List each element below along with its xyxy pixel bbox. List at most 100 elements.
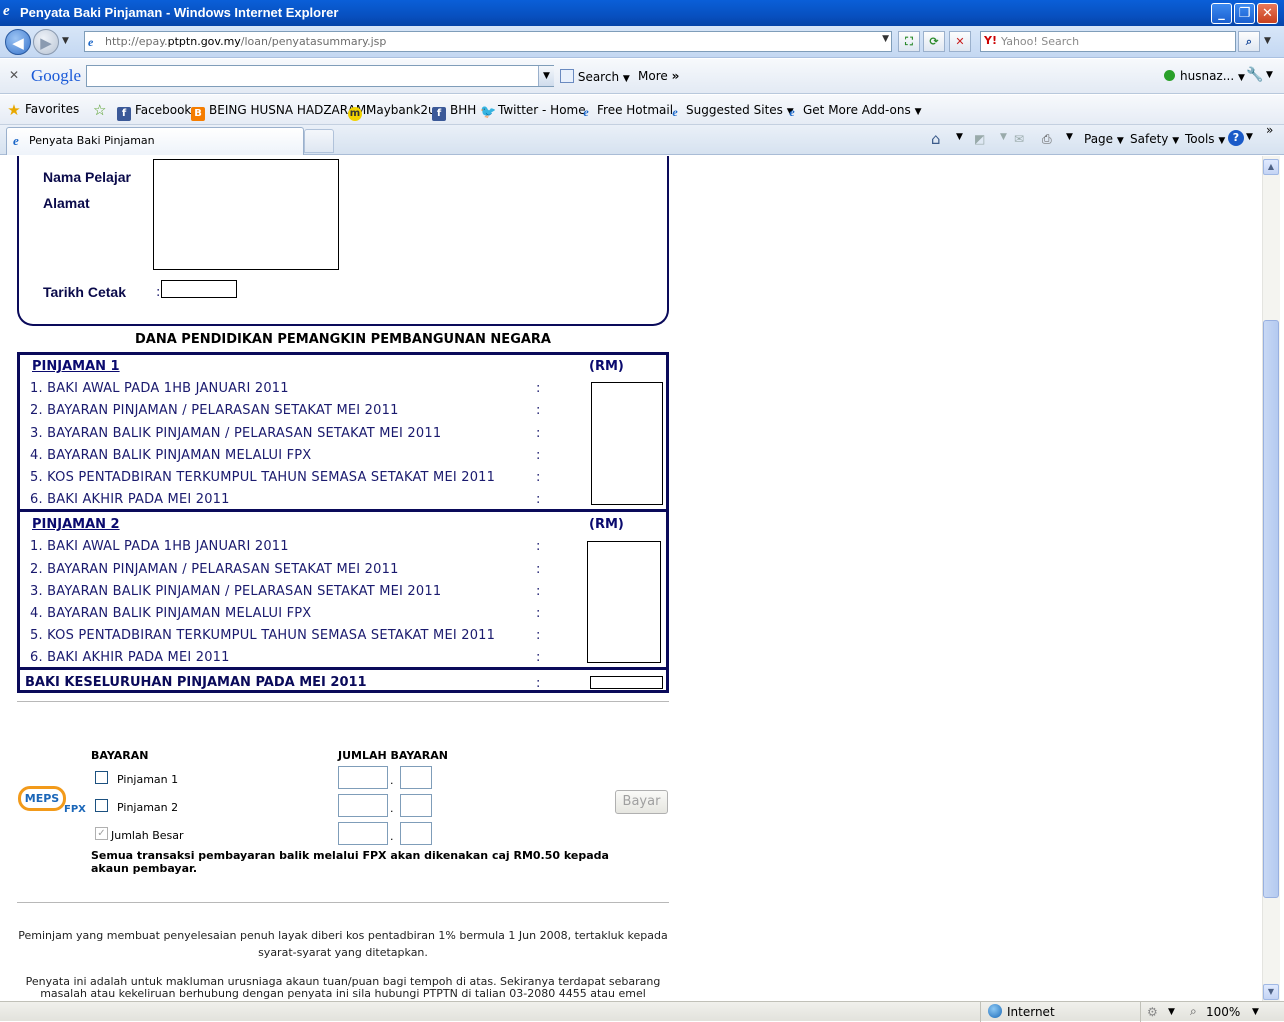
status-separator <box>980 1002 981 1022</box>
scroll-up-icon[interactable]: ▲ <box>1263 159 1279 175</box>
fav-hotmail[interactable]: e Free Hotmail <box>579 103 673 119</box>
zoom-level[interactable]: 100% <box>1206 1005 1240 1019</box>
pinjaman-2-values-box <box>587 541 661 663</box>
forward-button[interactable]: ▶ <box>33 29 59 55</box>
google-logo: Google <box>31 66 82 85</box>
url-host: ptptn.gov.my <box>167 35 241 48</box>
url-dropdown-icon[interactable]: ▼ <box>882 34 889 44</box>
fav-twitter[interactable]: 🐦 Twitter - Home <box>480 103 586 120</box>
compatibility-icon[interactable]: ⛶ <box>898 31 920 52</box>
pinjaman-1-amount-sen[interactable] <box>400 766 432 789</box>
toolbar-options-icon[interactable]: ▼ <box>1266 70 1273 80</box>
search-go-icon[interactable]: ⌕ <box>1238 31 1260 52</box>
page-menu-label: Page <box>1084 132 1114 146</box>
suggested-sites-icon: e <box>672 105 678 119</box>
print-icon[interactable]: ⎙ <box>1042 132 1052 147</box>
close-toolbar-icon[interactable]: ✕ <box>9 68 19 82</box>
google-toolbar: ✕ Google ▼ Search ▼ More » husnaz... ▼ 🔧… <box>0 59 1284 94</box>
add-favorite-icon[interactable]: ☆ <box>93 101 106 119</box>
page-menu[interactable]: Page ▼ <box>1084 132 1124 146</box>
decimal-dot: . <box>390 774 394 787</box>
help-dropdown-icon[interactable]: ▼ <box>1246 132 1253 142</box>
google-more-button[interactable]: More » <box>638 69 679 83</box>
feeds-icon[interactable]: ◩ <box>974 132 985 146</box>
p2-row-5: 5. KOS PENTADBIRAN TERKUMPUL TAHUN SEMAS… <box>30 628 496 643</box>
tools-menu[interactable]: Tools ▼ <box>1185 132 1225 146</box>
close-window-button[interactable]: ✕ <box>1257 3 1278 24</box>
ie-logo-icon: e <box>3 3 10 19</box>
fav-suggested-sites[interactable]: e Suggested Sites ▼ <box>668 103 793 119</box>
fav-label: Free Hotmail <box>597 103 674 117</box>
yahoo-icon: Y! <box>984 34 997 47</box>
fav-being-husna[interactable]: B BEING HUSNA HADZARAMI <box>191 103 370 121</box>
tab-penyata[interactable]: e Penyata Baki Pinjaman <box>6 127 304 155</box>
loan-divider <box>17 667 669 670</box>
pinjaman-2-amount-sen[interactable] <box>400 794 432 817</box>
pinjaman-1-checkbox[interactable] <box>95 771 108 784</box>
jumlah-besar-option-label: Jumlah Besar <box>111 829 184 842</box>
maximize-button[interactable]: ❐ <box>1234 3 1255 24</box>
address-input[interactable]: e http://epay.ptptn.gov.my/loan/penyatas… <box>84 31 892 52</box>
star-icon: ★ <box>7 101 21 119</box>
protected-mode-icon[interactable]: ⚙ <box>1147 1005 1158 1019</box>
fav-facebook[interactable]: f Facebook <box>117 103 191 121</box>
p1-row-5: 5. KOS PENTADBIRAN TERKUMPUL TAHUN SEMAS… <box>30 470 496 485</box>
p1-row-3: 3. BAYARAN BALIK PINJAMAN / PELARASAN SE… <box>30 426 442 441</box>
status-dot-icon <box>1164 70 1175 81</box>
p2-row-3: 3. BAYARAN BALIK PINJAMAN / PELARASAN SE… <box>30 584 442 599</box>
print-dropdown-icon[interactable]: ▼ <box>1066 132 1073 142</box>
home-icon[interactable]: ⌂ <box>931 130 941 148</box>
jumlah-besar-amount-sen[interactable] <box>400 822 432 845</box>
footer-note-1: Peminjam yang membuat penyelesaian penuh… <box>18 929 668 959</box>
scroll-thumb[interactable] <box>1263 320 1279 898</box>
home-dropdown-icon[interactable]: ▼ <box>956 132 963 142</box>
fav-bhh[interactable]: f BHH <box>432 103 476 121</box>
p1-colon: : <box>536 448 541 463</box>
pinjaman-2-checkbox[interactable] <box>95 799 108 812</box>
p2-row-1: 1. BAKI AWAL PADA 1HB JANUARI 2011 <box>30 539 289 554</box>
google-user-menu[interactable]: husnaz... ▼ <box>1180 69 1245 83</box>
tab-row: e Penyata Baki Pinjaman ⌂ ▼ ◩ ▼ ✉ ⎙ ▼ Pa… <box>0 123 1284 155</box>
fav-label: Suggested Sites <box>686 103 783 117</box>
zoom-dropdown-icon[interactable]: ▼ <box>1252 1007 1259 1017</box>
pinjaman-2-amount-ringgit[interactable] <box>338 794 388 817</box>
scroll-down-icon[interactable]: ▼ <box>1263 984 1279 1000</box>
mail-icon[interactable]: ✉ <box>1014 132 1024 146</box>
pinjaman-1-amount-ringgit[interactable] <box>338 766 388 789</box>
loan-divider <box>17 509 669 512</box>
p1-colon: : <box>536 426 541 441</box>
fav-maybank2u[interactable]: m Maybank2u <box>348 103 436 121</box>
zoom-icon[interactable]: ⌕ <box>1190 1004 1197 1019</box>
fav-addons[interactable]: e Get More Add-ons ▼ <box>785 103 921 119</box>
jumlah-besar-amount-ringgit[interactable] <box>338 822 388 845</box>
title-bar: e Penyata Baki Pinjaman - Windows Intern… <box>0 0 1284 26</box>
yahoo-search-input[interactable]: Y! Yahoo! Search <box>980 31 1236 52</box>
p1-row-4: 4. BAYARAN BALIK PINJAMAN MELALUI FPX <box>30 448 312 463</box>
google-search-input[interactable] <box>86 65 554 87</box>
feeds-dropdown-icon[interactable]: ▼ <box>1000 132 1007 142</box>
fpx-logo: FPX <box>64 804 86 815</box>
decimal-dot: . <box>390 802 394 815</box>
protected-mode-dropdown-icon[interactable]: ▼ <box>1168 1007 1175 1017</box>
safety-menu[interactable]: Safety ▼ <box>1130 132 1179 146</box>
search-placeholder: Yahoo! Search <box>1001 35 1080 48</box>
p1-row-2: 2. BAYARAN PINJAMAN / PELARASAN SETAKAT … <box>30 403 399 418</box>
nama-pelajar-label: Nama Pelajar <box>43 169 131 185</box>
stop-icon[interactable]: ✕ <box>949 31 971 52</box>
history-dropdown-icon[interactable]: ▼ <box>62 36 69 46</box>
bayar-button[interactable]: Bayar <box>615 790 668 814</box>
new-tab-button[interactable] <box>304 129 334 153</box>
addons-icon: e <box>789 105 795 119</box>
back-button[interactable]: ◀ <box>5 29 31 55</box>
wrench-icon[interactable]: 🔧 <box>1246 67 1263 83</box>
favorites-button[interactable]: ★ Favorites <box>7 101 79 119</box>
refresh-icon[interactable]: ⟳ <box>923 31 945 52</box>
help-icon[interactable]: ? <box>1228 130 1244 146</box>
blogger-icon: B <box>191 107 205 121</box>
search-options-icon[interactable]: ▼ <box>1264 36 1271 46</box>
minimize-button[interactable]: _ <box>1211 3 1232 24</box>
jumlah-besar-checkbox[interactable]: ✓ <box>95 827 108 840</box>
google-dropdown-icon[interactable]: ▼ <box>538 66 554 86</box>
chevron-more-icon[interactable]: » <box>1266 123 1273 137</box>
google-search-button[interactable]: Search ▼ <box>560 69 630 84</box>
